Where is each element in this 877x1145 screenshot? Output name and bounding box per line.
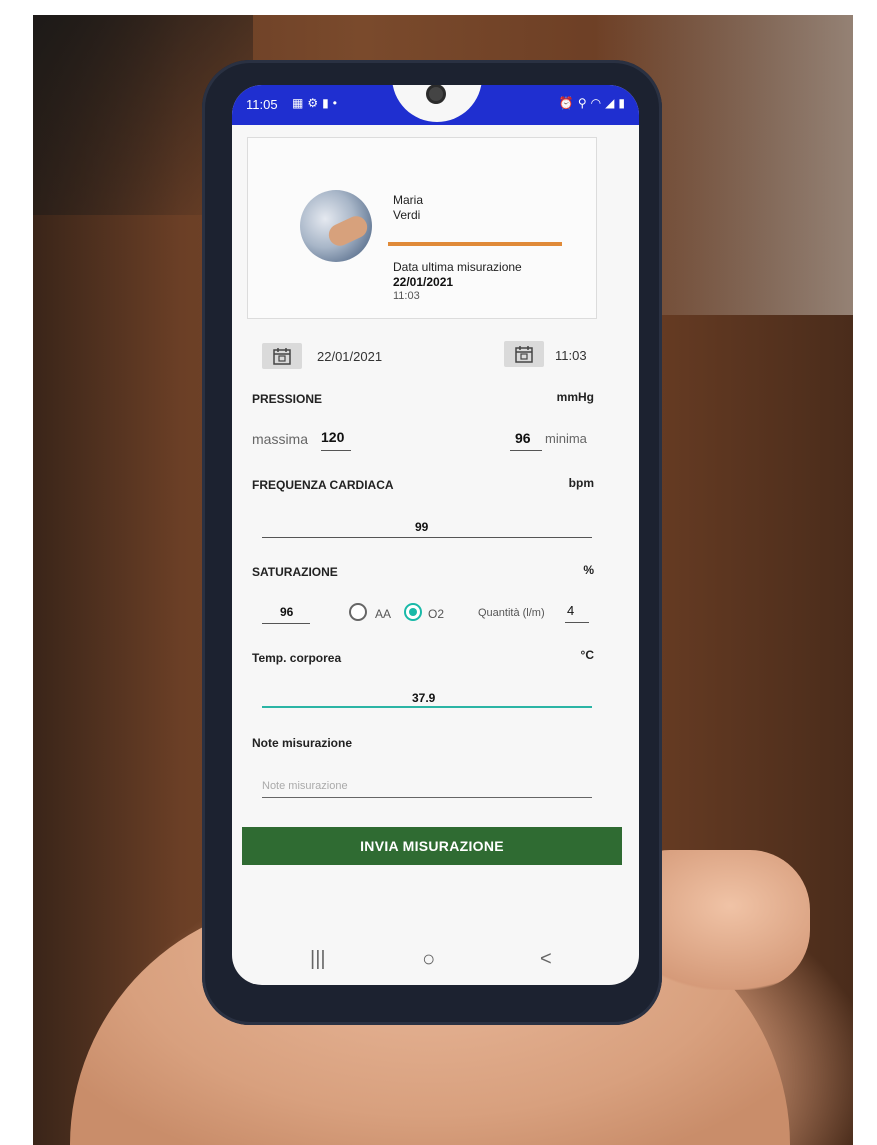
patient-last-name: Verdi — [393, 208, 421, 222]
android-nav-bar: ||| ○ < — [232, 940, 639, 985]
radio-o2-label: O2 — [428, 607, 445, 621]
signal-icon: ◢ — [605, 96, 619, 110]
saturation-label: SATURAZIONE — [252, 565, 338, 579]
temperature-underline — [262, 706, 592, 708]
heart-rate-unit: bpm — [568, 476, 594, 490]
oxygen-quantity-label: Quantità (l/m) — [478, 607, 545, 619]
wifi-icon: ◠ — [590, 96, 606, 110]
system-icons: ⏰⚲◠◢▮ — [559, 96, 629, 110]
last-measurement-label: Data ultima misurazione — [393, 260, 522, 274]
status-time: 11:05 — [246, 97, 278, 112]
avatar-image — [325, 212, 371, 250]
time-picker-button[interactable] — [504, 341, 544, 367]
calendar-icon — [515, 346, 533, 363]
temperature-label: Temp. corporea — [252, 651, 342, 665]
recents-button[interactable]: ||| — [310, 948, 326, 971]
radio-o2[interactable] — [404, 603, 422, 621]
pressure-min-underline — [510, 450, 542, 451]
pressure-max-underline — [321, 450, 351, 451]
patient-first-name: Maria — [393, 193, 424, 207]
oxygen-quantity-underline — [565, 622, 589, 623]
app-icon: ▮ — [322, 96, 333, 110]
radio-aa[interactable] — [349, 603, 367, 621]
last-measurement-time: 11:03 — [393, 290, 420, 302]
dot-icon: • — [332, 96, 341, 110]
accent-divider — [388, 242, 562, 246]
temperature-unit: °C — [580, 648, 594, 662]
last-measurement-date: 22/01/2021 — [393, 275, 454, 289]
patient-name: Maria Verdi — [393, 193, 423, 223]
back-button[interactable]: < — [540, 948, 552, 971]
notes-label: Note misurazione — [252, 736, 353, 750]
measurement-time[interactable]: 11:03 — [555, 348, 587, 363]
battery-icon: ▮ — [618, 96, 629, 110]
submit-measurement-button[interactable]: INVIA MISURAZIONE — [242, 827, 622, 865]
pressure-max-label: massima — [252, 431, 309, 447]
avatar — [300, 190, 372, 262]
saturation-input[interactable]: 96 — [280, 605, 293, 619]
measurement-date[interactable]: 22/01/2021 — [317, 349, 382, 364]
pressure-unit: mmHg — [556, 390, 594, 404]
notes-input[interactable] — [262, 775, 592, 798]
saturation-unit: % — [583, 563, 594, 577]
temperature-input[interactable]: 37.9 — [412, 691, 435, 705]
saturation-underline — [262, 623, 310, 624]
heart-rate-input[interactable]: 99 — [415, 520, 428, 534]
patient-card: Maria Verdi Data ultima misurazione 22/0… — [247, 137, 597, 319]
settings-icon: ⚙ — [307, 96, 323, 110]
date-picker-button[interactable] — [262, 343, 302, 369]
pressure-min-input[interactable]: 96 — [515, 430, 531, 446]
notification-icons: ▦⚙▮• — [292, 96, 341, 110]
alarm-icon: ⏰ — [558, 96, 578, 110]
pressure-label: PRESSIONE — [252, 392, 323, 406]
location-icon: ⚲ — [577, 96, 591, 110]
oxygen-quantity-input[interactable]: 4 — [567, 603, 574, 618]
radio-aa-label: AA — [375, 607, 392, 621]
home-button[interactable]: ○ — [422, 946, 435, 972]
pressure-max-input[interactable]: 120 — [321, 429, 344, 445]
phone-screen: 11:05 ▦⚙▮• ⏰⚲◠◢▮ Maria Verdi Data ultima… — [232, 85, 639, 985]
pressure-min-label: minima — [545, 431, 587, 446]
heart-rate-underline — [262, 537, 592, 538]
calendar-icon — [273, 348, 291, 365]
heart-rate-label: FREQUENZA CARDIACA — [252, 478, 394, 492]
calendar-icon: ▦ — [292, 96, 308, 110]
